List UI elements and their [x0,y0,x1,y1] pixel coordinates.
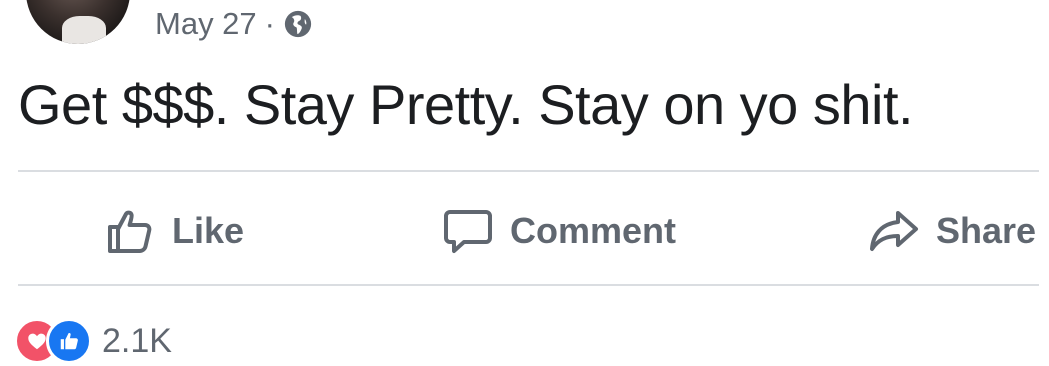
reactions-summary[interactable]: 2.1K [14,316,172,366]
like-button[interactable]: Like [104,204,244,258]
avatar[interactable] [26,0,130,44]
divider-bottom [18,284,1039,286]
globe-icon[interactable] [283,9,313,39]
divider-top [18,170,1039,172]
like-reaction-icon [46,318,92,364]
post-meta: May 27 · [155,2,313,46]
reaction-count: 2.1K [102,321,172,360]
meta-separator: · [264,6,275,41]
comment-label: Comment [510,210,677,251]
comment-button[interactable]: Comment [442,204,676,258]
facebook-post: May 27 · Get $$$. Stay Pretty. Stay on y… [0,0,1049,364]
post-date[interactable]: May 27 [155,6,257,42]
post-text: Get $$$. Stay Pretty. Stay on yo shit. [18,73,914,136]
share-button[interactable]: Share [868,204,1036,258]
share-label: Share [936,210,1037,251]
like-label: Like [172,210,245,251]
thumbs-up-icon [108,210,152,253]
share-arrow-icon [870,211,918,251]
speech-bubble-icon [444,210,492,253]
avatar-collar [62,16,106,44]
